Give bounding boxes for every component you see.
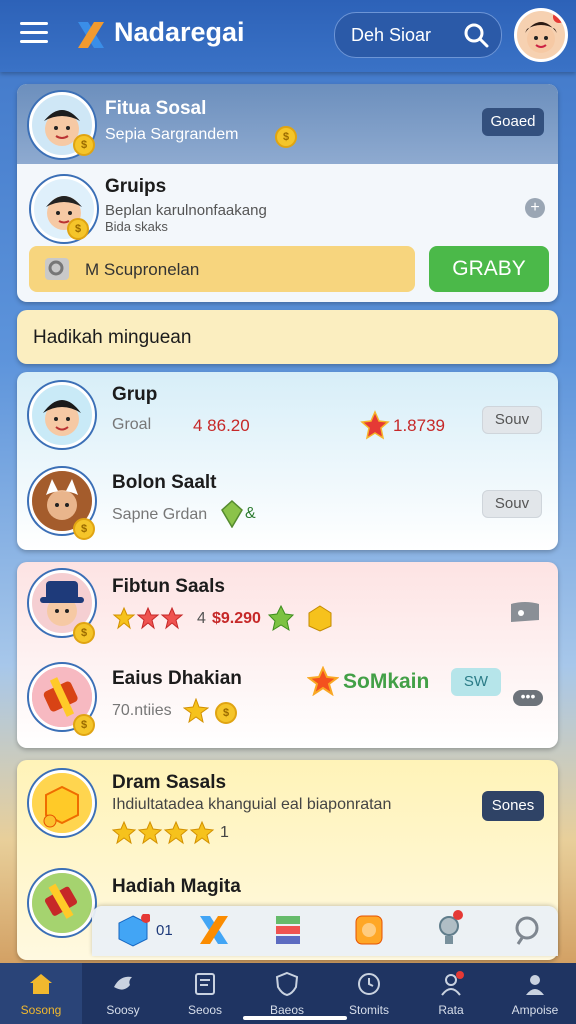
magnifier-icon [45, 258, 69, 280]
bird-icon [114, 976, 132, 990]
coin-icon: $ [67, 218, 89, 240]
list-item-avatar [29, 382, 95, 448]
coin-icon: $ [73, 134, 95, 156]
document-icon [195, 973, 215, 995]
rating-value: 4 [197, 610, 206, 627]
social-title: Fitua Sosal [105, 98, 207, 119]
groups-title: Gruips [105, 176, 167, 197]
coin-icon: $ [275, 126, 297, 148]
rating-count: 1 [220, 824, 229, 841]
more-icon[interactable]: ••• [513, 689, 543, 706]
social-button[interactable]: Goaed [482, 108, 544, 136]
tab-rata[interactable]: Rata [410, 963, 492, 1024]
hamburger-menu-icon[interactable] [20, 22, 48, 44]
message-icon[interactable] [507, 600, 543, 626]
home-indicator [243, 1016, 347, 1020]
groups-input[interactable]: M Scupronelan [29, 246, 415, 292]
list-item-button[interactable]: Sones [482, 791, 544, 821]
top-bar: Nadaregai Deh Sioar [0, 0, 576, 72]
books-icon[interactable] [272, 912, 304, 948]
tab-label: Baeos [269, 1003, 305, 1017]
bottom-tab-bar: Sosong Soosy Seoos Baeos Stomits Rata Am… [0, 963, 576, 1024]
social-card: $ Fitua Sosal Sepia Sargrandem $ Goaed $… [17, 84, 558, 302]
logo-icon [78, 22, 104, 48]
groups-line1: Beplan karulnonfaakang [105, 202, 267, 219]
coin-icon: $ [73, 622, 95, 644]
price-value: $9.290 [212, 610, 261, 627]
social-subtitle: Sepia Sargrandem [105, 126, 239, 143]
coin-icon: $ [73, 518, 95, 540]
green-star-icon [267, 604, 295, 632]
x-logo-icon[interactable] [196, 912, 232, 948]
coin-icon: $ [215, 702, 237, 724]
gem-icon [221, 500, 243, 528]
shield-icon [275, 971, 299, 997]
coin-stack-icon[interactable] [352, 912, 386, 948]
quick-actions-strip: 01 [92, 906, 558, 956]
groups-action-button[interactable]: GRABY [429, 246, 549, 292]
sw-badge[interactable]: SW [451, 668, 501, 696]
star-icon [183, 698, 209, 724]
rating-stars-icon [112, 606, 184, 630]
tab-label: Ampoise [511, 1003, 559, 1017]
tab-label: Stomits [348, 1003, 389, 1017]
clock-icon [358, 973, 380, 995]
tab-stories[interactable]: Stomits [328, 963, 410, 1024]
user-icon [526, 975, 544, 995]
social-header [17, 84, 558, 164]
list-item-name: Fibtun Saals [112, 576, 225, 597]
profile-icon [441, 971, 464, 996]
sparkle-star-icon [307, 666, 339, 696]
list-item-avatar [29, 770, 95, 836]
home-icon [30, 974, 52, 994]
list-item-button[interactable]: Souv [482, 406, 542, 434]
app-title: Nadaregai [114, 17, 245, 47]
tab-label: Rata [438, 1003, 464, 1017]
search-icon[interactable] [463, 22, 489, 48]
weekly-title: Hadikah minguean [33, 327, 192, 348]
list-item-meta: 70.ntiies [112, 702, 172, 719]
list-item-avatar [29, 870, 95, 936]
tab-social[interactable]: Soosy [82, 963, 164, 1024]
search-text: Deh Sioar [351, 25, 432, 45]
list-item-name: Eaius Dhakian [112, 668, 242, 689]
search-field[interactable]: Deh Sioar [334, 12, 502, 58]
tab-label: Sosong [20, 1003, 62, 1017]
coin-icon: $ [73, 714, 95, 736]
rating-stars-icon [112, 820, 215, 845]
list-item-meta: Sapne Grdan [112, 506, 208, 523]
tab-label: Soosy [106, 1003, 140, 1017]
add-icon[interactable]: + [525, 198, 545, 218]
user-avatar[interactable] [514, 8, 568, 62]
list-item-meta: Groal [112, 416, 152, 433]
list-item-name: Hadiah Magita [112, 876, 241, 897]
cube-icon[interactable] [116, 914, 150, 948]
list-item-desc: Ihdiultatadea khanguial eal biaponratan [112, 796, 392, 813]
list-item-name: Dram Sasals [112, 772, 227, 793]
quick-count: 01 [156, 922, 173, 939]
list-item-extra: & [245, 505, 256, 522]
star-icon [360, 410, 390, 440]
trophy-icon[interactable] [434, 910, 464, 948]
search-person-icon[interactable] [512, 914, 542, 946]
rewards-list-card: $ Fibtun Saals 4 $9.290 $ Eaius Dhakian … [17, 562, 558, 748]
group-list-card: Grup Groal 4 86.20 1.8739 Souv $ Bolon S… [17, 372, 558, 550]
tab-account[interactable]: Ampoise [494, 963, 576, 1024]
tab-home[interactable]: Sosong [0, 963, 82, 1024]
gift-box-icon [308, 605, 332, 632]
list-item-button[interactable]: Souv [482, 490, 542, 518]
list-item-star-value: 1.8739 [393, 416, 445, 435]
brand-label: SoMkain [343, 670, 430, 693]
list-item-score: 4 86.20 [193, 416, 250, 435]
weekly-banner: Hadikah minguean [17, 310, 558, 364]
groups-line2: Bida skaks [105, 219, 168, 234]
notification-dot [553, 11, 565, 23]
tab-label: Seoos [187, 1003, 223, 1017]
groups-input-text: M Scupronelan [85, 260, 200, 279]
tab-search[interactable]: Seoos [164, 963, 246, 1024]
list-item-name: Grup [112, 384, 158, 405]
list-item-name: Bolon Saalt [112, 472, 217, 493]
tab-badges[interactable]: Baeos [246, 963, 328, 1024]
